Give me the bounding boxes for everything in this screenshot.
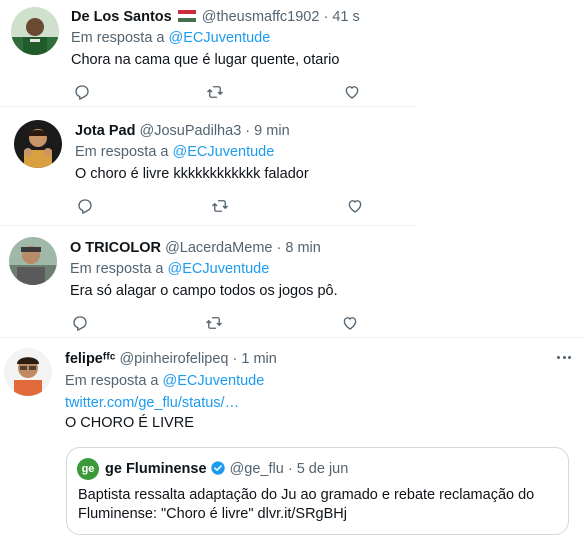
more-options-button[interactable] — [554, 350, 574, 364]
divider — [0, 106, 416, 107]
timestamp[interactable]: 41 s — [332, 9, 359, 25]
reply-icon — [75, 85, 89, 100]
retweet-icon — [206, 317, 222, 329]
avatar[interactable] — [14, 120, 62, 168]
retweet-button[interactable] — [209, 195, 231, 217]
like-icon — [345, 86, 359, 99]
reply-to-link[interactable]: @ECJuventude — [169, 30, 271, 46]
separator: · — [287, 461, 293, 477]
timestamp[interactable]: 1 min — [241, 351, 276, 367]
more-icon — [557, 355, 561, 359]
reply-to-link[interactable]: @ECJuventude — [168, 261, 270, 277]
reply-prefix: Em resposta a — [71, 30, 165, 46]
tweet-link[interactable]: twitter.com/ge_flu/status/… — [65, 394, 239, 412]
like-icon — [348, 200, 362, 213]
like-icon — [343, 317, 357, 330]
display-name[interactable]: De Los Santos — [71, 9, 172, 25]
handle[interactable]: @pinheirofelipeq — [119, 351, 228, 367]
quote-avatar[interactable]: ge — [77, 458, 99, 480]
divider — [0, 225, 416, 226]
handle[interactable]: @LacerdaMeme — [165, 240, 272, 256]
reply-icon — [78, 199, 92, 214]
handle[interactable]: @JosuPadilha3 — [139, 123, 241, 139]
avatar[interactable] — [9, 237, 57, 285]
quote-text-line-2: Fluminense: "Choro é livre" dlvr.it/SRgB… — [78, 506, 347, 522]
divider — [0, 337, 584, 338]
timestamp[interactable]: 9 min — [254, 123, 289, 139]
reply-prefix: Em resposta a — [65, 373, 159, 389]
separator: · — [276, 240, 282, 256]
quote-handle[interactable]: @ge_flu — [230, 461, 284, 477]
retweet-icon — [207, 86, 223, 98]
display-name[interactable]: felipeᶠᶠᶜ — [65, 351, 115, 367]
display-name[interactable]: O TRICOLOR — [70, 240, 161, 256]
retweet-button[interactable] — [204, 81, 226, 103]
quote-display-name[interactable]: ge Fluminense — [105, 461, 207, 477]
reply-button[interactable] — [74, 195, 96, 217]
separator: · — [245, 123, 251, 139]
avatar[interactable] — [4, 348, 52, 396]
tweet-text: O choro é livre kkkkkkkkkkkk falador — [75, 166, 309, 182]
quoted-tweet[interactable]: ge ge Fluminense @ge_flu · 5 de jun Bapt… — [66, 447, 569, 535]
display-name[interactable]: Jota Pad — [75, 123, 135, 139]
separator: · — [232, 351, 238, 367]
like-button[interactable] — [344, 195, 366, 217]
quote-date[interactable]: 5 de jun — [297, 461, 349, 477]
reply-button[interactable] — [71, 81, 93, 103]
reply-prefix: Em resposta a — [70, 261, 164, 277]
retweet-icon — [212, 200, 228, 212]
reply-to-link[interactable]: @ECJuventude — [163, 373, 265, 389]
timestamp[interactable]: 8 min — [285, 240, 320, 256]
reply-icon — [73, 316, 87, 331]
tweet-text: Era só alagar o campo todos os jogos pô. — [70, 283, 338, 299]
reply-to-link[interactable]: @ECJuventude — [173, 144, 275, 160]
avatar[interactable] — [11, 7, 59, 55]
verified-icon — [210, 460, 226, 476]
like-button[interactable] — [341, 81, 363, 103]
retweet-button[interactable] — [203, 312, 225, 334]
like-button[interactable] — [339, 312, 361, 334]
hungary-flag-icon — [177, 9, 196, 22]
quote-text-line-1: Baptista ressalta adaptação do Ju ao gra… — [78, 487, 535, 503]
handle[interactable]: @theusmaffc1902 — [202, 9, 320, 25]
reply-prefix: Em resposta a — [75, 144, 169, 160]
separator: · — [323, 9, 329, 25]
tweet-text: Chora na cama que é lugar quente, otario — [71, 52, 340, 68]
tweet-text: O CHORO É LIVRE — [65, 415, 194, 431]
reply-button[interactable] — [69, 312, 91, 334]
